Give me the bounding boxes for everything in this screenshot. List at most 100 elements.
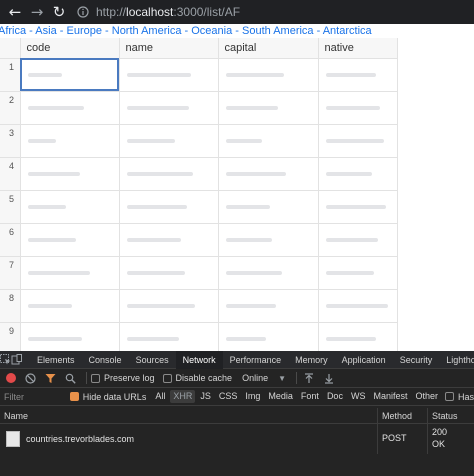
has-blocked-cookies-checkbox[interactable]: Has: [444, 392, 474, 402]
grid-cell-code[interactable]: [20, 124, 120, 158]
request-name-cell[interactable]: countries.trevorblades.com: [0, 424, 378, 454]
search-icon[interactable]: [62, 370, 78, 386]
continent-link-asia[interactable]: Asia: [35, 25, 56, 37]
continent-link-oceania[interactable]: Oceania: [191, 25, 232, 37]
column-header-method[interactable]: Method: [378, 408, 428, 423]
grid-cell-name[interactable]: [119, 190, 219, 224]
continent-link-north-america[interactable]: North America: [112, 25, 182, 37]
disable-cache-checkbox[interactable]: Disable cache: [162, 373, 232, 383]
type-filter-all[interactable]: All: [152, 390, 168, 403]
grid-cell-name[interactable]: [119, 124, 219, 158]
address-bar[interactable]: http://localhost:3000/list/AF: [76, 2, 470, 22]
grid-cell-capital[interactable]: [218, 190, 319, 224]
filter-input[interactable]: Filter: [0, 388, 70, 406]
tab-application[interactable]: Application: [335, 351, 393, 369]
grid-cell-native[interactable]: [318, 322, 398, 351]
column-header-native[interactable]: native: [318, 38, 398, 59]
type-filter-media[interactable]: Media: [265, 390, 296, 403]
tab-elements[interactable]: Elements: [30, 351, 82, 369]
request-row[interactable]: countries.trevorblades.com POST 200 OK: [0, 424, 474, 454]
grid-cell-name[interactable]: [119, 223, 219, 257]
countries-grid: code name capital native 123456789: [0, 38, 398, 351]
grid-cell-name[interactable]: [119, 58, 219, 92]
grid-cell-name[interactable]: [119, 322, 219, 351]
tab-sources[interactable]: Sources: [129, 351, 176, 369]
grid-cell-capital[interactable]: [218, 322, 319, 351]
checkbox-box[interactable]: [162, 373, 172, 383]
grid-cell-code[interactable]: [20, 58, 120, 92]
grid-cell-capital[interactable]: [218, 58, 319, 92]
grid-cell-native[interactable]: [318, 289, 398, 323]
toolbar-divider: [86, 372, 87, 384]
type-filter-js[interactable]: JS: [197, 390, 214, 403]
grid-cell-capital[interactable]: [218, 157, 319, 191]
type-filter-font[interactable]: Font: [298, 390, 322, 403]
device-toolbar-icon[interactable]: [11, 351, 22, 369]
column-header-capital[interactable]: capital: [218, 38, 319, 59]
grid-cell-name[interactable]: [119, 256, 219, 290]
tab-security[interactable]: Security: [393, 351, 440, 369]
forward-arrow-icon[interactable]: →: [26, 1, 48, 23]
grid-cell-native[interactable]: [318, 91, 398, 125]
grid-cell-capital[interactable]: [218, 91, 319, 125]
inspect-element-icon[interactable]: [0, 351, 11, 369]
checkbox-box[interactable]: [444, 392, 454, 401]
tab-network[interactable]: Network: [175, 350, 223, 369]
hide-data-urls-checkbox[interactable]: Hide data URLs: [69, 392, 146, 402]
type-filter-ws[interactable]: WS: [348, 390, 369, 403]
import-har-icon[interactable]: [301, 370, 317, 386]
grid-cell-code[interactable]: [20, 157, 120, 191]
tab-console[interactable]: Console: [82, 351, 129, 369]
grid-cell-native[interactable]: [318, 256, 398, 290]
type-filter-img[interactable]: Img: [242, 390, 263, 403]
grid-cell-capital[interactable]: [218, 223, 319, 257]
grid-cell-native[interactable]: [318, 157, 398, 191]
continent-separator: -: [313, 25, 323, 37]
continent-link-south-america[interactable]: South America: [242, 25, 314, 37]
record-icon[interactable]: [6, 373, 16, 383]
grid-cell-native[interactable]: [318, 124, 398, 158]
grid-cell-code[interactable]: [20, 322, 120, 351]
loading-placeholder: [27, 171, 80, 176]
grid-cell-native[interactable]: [318, 58, 398, 92]
checkbox-box[interactable]: [69, 392, 79, 401]
grid-cell-code[interactable]: [20, 190, 120, 224]
grid-cell-name[interactable]: [119, 289, 219, 323]
reload-icon[interactable]: ↻: [48, 1, 70, 23]
grid-cell-capital[interactable]: [218, 289, 319, 323]
column-header-name[interactable]: Name: [0, 408, 378, 423]
throttling-select[interactable]: Online ▼: [242, 373, 286, 383]
info-icon[interactable]: [76, 5, 90, 19]
preserve-log-checkbox[interactable]: Preserve log: [91, 373, 155, 383]
type-filter-css[interactable]: CSS: [216, 390, 241, 403]
grid-cell-capital[interactable]: [218, 256, 319, 290]
continent-link-europe[interactable]: Europe: [66, 25, 101, 37]
grid-cell-capital[interactable]: [218, 124, 319, 158]
loading-placeholder: [126, 303, 195, 308]
grid-cell-name[interactable]: [119, 157, 219, 191]
type-filter-other[interactable]: Other: [412, 390, 441, 403]
grid-cell-native[interactable]: [318, 190, 398, 224]
grid-cell-code[interactable]: [20, 91, 120, 125]
continent-link-africa[interactable]: Africa: [0, 25, 26, 37]
continent-link-antarctica[interactable]: Antarctica: [323, 25, 372, 37]
type-filter-xhr[interactable]: XHR: [170, 390, 196, 403]
tab-lighthouse[interactable]: Lighthouse: [439, 351, 474, 369]
column-header-name[interactable]: name: [119, 38, 219, 59]
tab-performance[interactable]: Performance: [223, 351, 289, 369]
checkbox-box[interactable]: [91, 373, 100, 383]
tab-memory[interactable]: Memory: [288, 351, 335, 369]
column-header-status[interactable]: Status: [428, 408, 474, 423]
column-header-code[interactable]: code: [20, 38, 120, 59]
type-filter-doc[interactable]: Doc: [324, 390, 346, 403]
grid-cell-native[interactable]: [318, 223, 398, 257]
export-har-icon[interactable]: [321, 370, 337, 386]
back-arrow-icon[interactable]: ←: [4, 1, 26, 23]
type-filter-manifest[interactable]: Manifest: [370, 390, 410, 403]
clear-icon[interactable]: [22, 370, 38, 386]
grid-cell-code[interactable]: [20, 223, 120, 257]
filter-icon[interactable]: [42, 370, 58, 386]
grid-cell-code[interactable]: [20, 256, 120, 290]
grid-cell-code[interactable]: [20, 289, 120, 323]
grid-cell-name[interactable]: [119, 91, 219, 125]
